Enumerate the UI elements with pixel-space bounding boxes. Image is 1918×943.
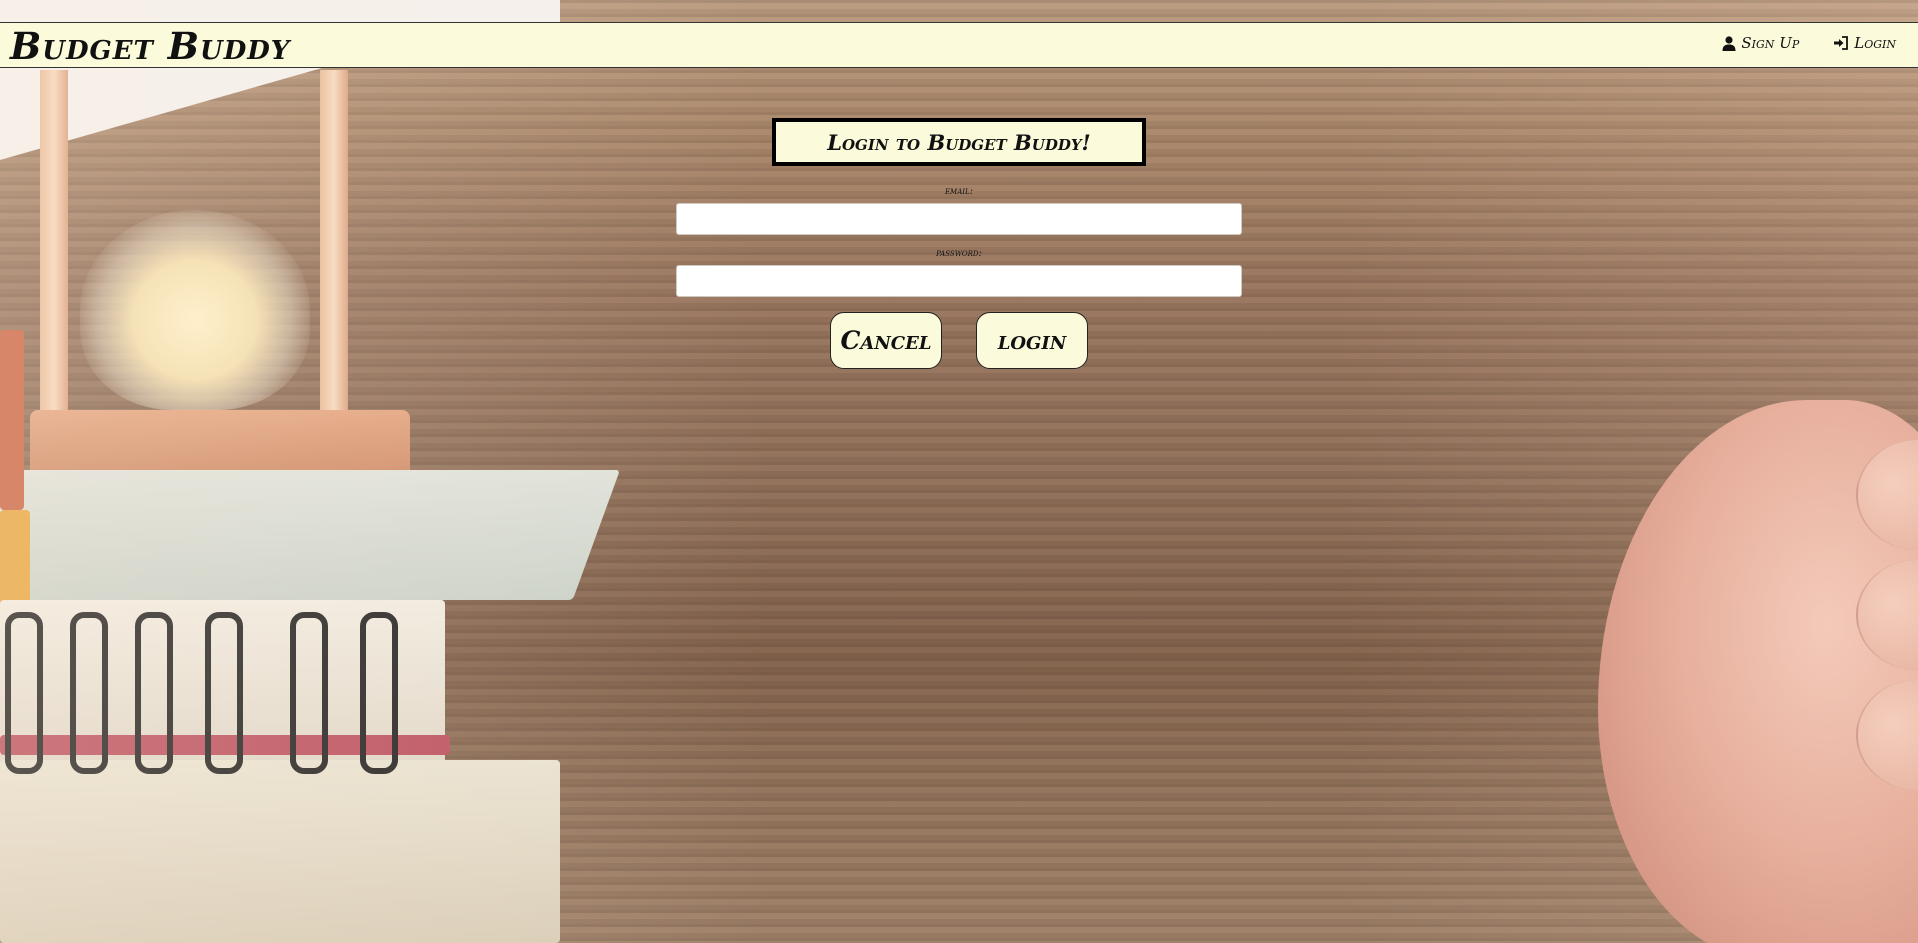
email-field[interactable] xyxy=(676,203,1242,235)
user-icon xyxy=(1722,35,1736,51)
cancel-button[interactable]: Cancel xyxy=(830,312,942,369)
page: Budget Buddy Sign Up Login Login to Budg… xyxy=(0,0,1918,943)
email-label: email: xyxy=(944,186,974,197)
brand-logo[interactable]: Budget Buddy xyxy=(10,25,290,67)
nav-signup-label: Sign Up xyxy=(1741,34,1800,52)
nav-links: Sign Up Login xyxy=(1722,34,1896,52)
nav-login-label: Login xyxy=(1854,34,1896,52)
navbar: Budget Buddy Sign Up Login xyxy=(0,22,1918,68)
sign-in-icon xyxy=(1833,36,1849,50)
password-field[interactable] xyxy=(676,265,1242,297)
nav-signup-link[interactable]: Sign Up xyxy=(1722,34,1799,52)
nav-login-link[interactable]: Login xyxy=(1833,34,1896,52)
password-label: password: xyxy=(936,248,982,259)
login-button[interactable]: login xyxy=(976,312,1088,369)
login-title: Login to Budget Buddy! xyxy=(772,118,1146,166)
